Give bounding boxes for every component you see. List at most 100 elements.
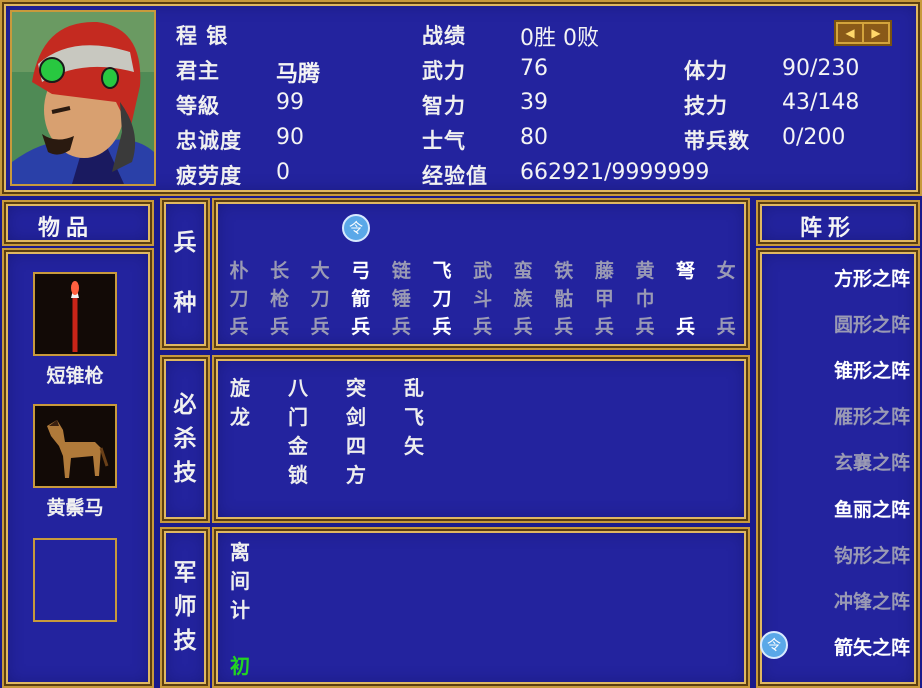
special-skills-label-char-3: 技 xyxy=(173,460,197,486)
force-value: 76 xyxy=(520,56,548,81)
loyalty-value: 90 xyxy=(276,125,304,150)
strategist-skill-char-2[interactable]: 间 xyxy=(226,567,254,596)
troops-value: 0/200 xyxy=(782,125,846,150)
exp-label: 经验值 xyxy=(422,164,488,188)
troop-type-8-char-1[interactable]: 蛮 xyxy=(505,257,541,285)
sp-value: 43/148 xyxy=(782,90,860,115)
troop-type-12-char-3: 兵 xyxy=(676,316,696,338)
special-skill-1-char-1[interactable]: 旋 xyxy=(226,374,254,403)
special-skill-2-char-4[interactable]: 锁 xyxy=(284,461,312,490)
troop-type-2-char-3: 兵 xyxy=(270,316,290,338)
special-skill-4-char-3[interactable]: 矢 xyxy=(400,432,428,461)
troop-type-10-char-2: 甲 xyxy=(594,288,614,310)
troop-type-4-char-2: 箭 xyxy=(351,288,371,310)
morale-label: 士气 xyxy=(422,129,466,153)
troop-badge-text: 令 xyxy=(349,221,363,237)
troop-type-1-char-2: 刀 xyxy=(229,288,249,310)
special-skills-label-char-2: 杀 xyxy=(173,426,197,452)
troop-type-10-char-1[interactable]: 藤 xyxy=(586,257,622,285)
strategist-skill-rank: 初 xyxy=(230,654,250,678)
troop-type-1-char-1[interactable]: 朴 xyxy=(221,257,257,285)
formation-item-4[interactable]: 雁形之阵 xyxy=(834,402,910,429)
warrior-portrait-image xyxy=(12,12,154,184)
formation-item-8[interactable]: 冲锋之阵 xyxy=(834,587,910,614)
hp-label: 体力 xyxy=(684,59,728,83)
troop-type-6-char-2: 刀 xyxy=(432,288,452,310)
special-skill-3-char-4[interactable]: 方 xyxy=(342,461,370,490)
formation-item-7[interactable]: 钩形之阵 xyxy=(834,541,910,568)
special-skill-3-char-1[interactable]: 突 xyxy=(342,374,370,403)
strategist-skill-char-3[interactable]: 计 xyxy=(226,596,254,625)
record-value: 0胜 0败 xyxy=(520,26,599,51)
force-label: 武力 xyxy=(422,59,466,83)
special-skill-1-char-2[interactable]: 龙 xyxy=(226,403,254,432)
troop-type-8-char-3: 兵 xyxy=(513,316,533,338)
troop-type-5-char-2: 锤 xyxy=(391,288,411,310)
item-slot-1[interactable] xyxy=(33,272,117,356)
items-header: 物品 xyxy=(38,216,95,241)
formation-item-9[interactable]: 箭矢之阵 xyxy=(834,633,910,660)
spear-icon xyxy=(35,274,115,354)
general-name: 程 银 xyxy=(176,24,229,48)
troop-type-5-char-1[interactable]: 链 xyxy=(383,257,419,285)
intel-label: 智力 xyxy=(422,94,466,118)
special-skills-label: 必 杀 技 xyxy=(170,388,200,490)
item-name-1: 短锥枪 xyxy=(46,365,104,387)
special-skill-4-char-1[interactable]: 乱 xyxy=(400,374,428,403)
general-portrait xyxy=(10,10,156,186)
lord-label: 君主 xyxy=(176,59,220,83)
record-label: 战绩 xyxy=(422,24,466,48)
strategist-skills-label-char-3: 技 xyxy=(173,628,197,654)
troop-type-12-char-1[interactable]: 弩 xyxy=(668,257,704,285)
formation-selected-badge-icon: 令 xyxy=(760,630,788,659)
troop-type-3-char-3: 兵 xyxy=(310,316,330,338)
troop-type-10-char-3: 兵 xyxy=(594,316,614,338)
troop-type-7-char-1[interactable]: 武 xyxy=(465,257,501,285)
loyalty-label: 忠诚度 xyxy=(176,129,242,153)
troop-type-11-char-1[interactable]: 黄 xyxy=(627,257,663,285)
lord-value: 马腾 xyxy=(276,62,321,87)
hp-value: 90/230 xyxy=(782,56,860,81)
left-arrow-icon[interactable]: ◀ xyxy=(838,24,862,42)
intel-value: 39 xyxy=(520,90,548,115)
troop-type-13-char-1[interactable]: 女 xyxy=(708,257,744,285)
troop-type-8-char-2: 族 xyxy=(513,288,533,310)
strategist-skills-label-char-1: 军 xyxy=(173,560,197,586)
troop-type-7-char-3: 兵 xyxy=(473,316,493,338)
exp-value: 662921/9999999 xyxy=(520,160,710,185)
special-skill-2-char-3[interactable]: 金 xyxy=(284,432,312,461)
troop-type-2-char-1[interactable]: 长 xyxy=(262,257,298,285)
troop-type-3-char-2: 刀 xyxy=(310,288,330,310)
special-skill-2-char-1[interactable]: 八 xyxy=(284,374,312,403)
troop-type-11-char-2: 巾 xyxy=(635,288,655,310)
troop-type-1-char-3: 兵 xyxy=(229,316,249,338)
special-skill-3-char-2[interactable]: 剑 xyxy=(342,403,370,432)
special-skill-2-char-2[interactable]: 门 xyxy=(284,403,312,432)
sp-label: 技力 xyxy=(684,94,728,118)
formation-item-1[interactable]: 方形之阵 xyxy=(834,264,910,291)
troop-type-6-char-1[interactable]: 飞 xyxy=(424,257,460,285)
strategist-skill-char-1[interactable]: 离 xyxy=(226,538,254,567)
level-value: 99 xyxy=(276,90,304,115)
troop-type-3-char-1[interactable]: 大 xyxy=(302,257,338,285)
special-skill-3-char-3[interactable]: 四 xyxy=(342,432,370,461)
troop-badge-icon: 令 xyxy=(342,214,370,242)
formation-item-5[interactable]: 玄襄之阵 xyxy=(834,448,910,475)
troop-type-2-char-2: 枪 xyxy=(270,288,290,310)
strategist-skills-label-char-2: 师 xyxy=(173,594,197,620)
morale-value: 80 xyxy=(520,125,548,150)
formation-item-2[interactable]: 圆形之阵 xyxy=(834,310,910,337)
troop-type-4-char-3: 兵 xyxy=(351,316,371,338)
item-slot-3[interactable] xyxy=(33,538,117,622)
troop-type-9-char-1[interactable]: 铁 xyxy=(546,257,582,285)
formation-item-6[interactable]: 鱼丽之阵 xyxy=(834,495,910,522)
troop-type-4-char-1[interactable]: 弓 xyxy=(343,257,379,285)
troop-type-7-char-2: 斗 xyxy=(473,288,493,310)
item-slot-2[interactable] xyxy=(33,404,117,488)
special-skills-label-char-1: 必 xyxy=(173,392,197,418)
formation-item-3[interactable]: 锥形之阵 xyxy=(834,356,910,383)
special-skill-4-char-2[interactable]: 飞 xyxy=(400,403,428,432)
right-arrow-icon[interactable]: ▶ xyxy=(864,24,888,42)
troop-type-9-char-3: 兵 xyxy=(554,316,574,338)
level-label: 等級 xyxy=(176,94,220,118)
